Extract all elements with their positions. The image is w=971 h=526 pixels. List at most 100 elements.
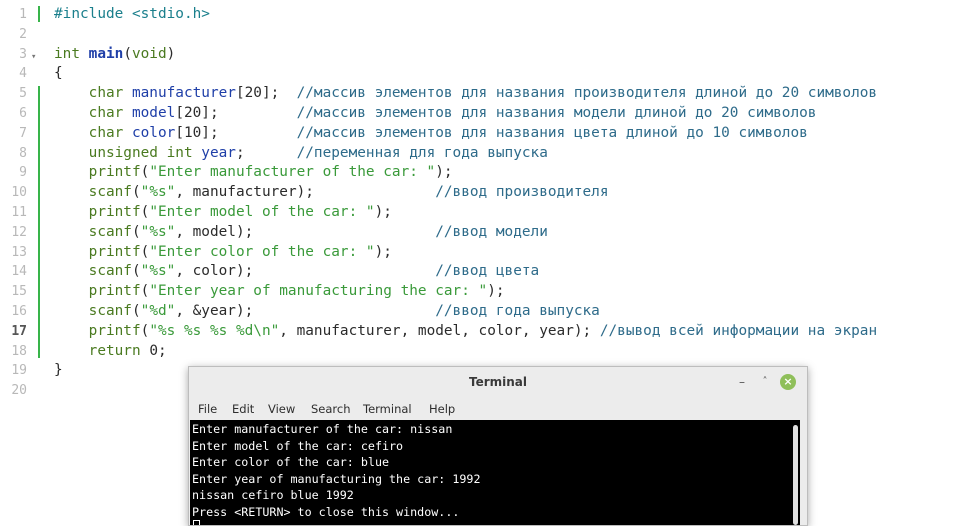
code-token: //ввод производителя [435,184,609,201]
code-line[interactable]: #include <stdio.h> [54,5,210,25]
code-token: ( [131,263,141,280]
code-token: printf [54,164,141,181]
code-line[interactable]: char model[20]; //массив элементов для н… [54,104,817,124]
code-token: , manufacturer); [175,184,436,201]
line-number: 8 [19,145,27,161]
menu-edit[interactable]: Edit [232,398,254,420]
code-line[interactable]: printf("Enter year of manufacturing the … [54,282,505,302]
code-token: #include <stdio.h> [54,6,210,22]
code-token: printf [54,204,141,220]
code-line[interactable]: unsigned int year; //переменная для года… [54,144,548,164]
code-token: //ввод модели [435,223,548,240]
code-token: "Enter manufacturer of the car: " [149,164,436,181]
code-token: //переменная для года выпуска [296,144,548,161]
terminal-cursor [193,520,200,525]
code-token: printf [54,283,141,300]
code-token: char [54,124,132,141]
code-token: //ввод года выпуска [435,303,600,319]
close-icon[interactable]: × [780,374,796,390]
menu-file[interactable]: File [198,398,217,420]
code-token: { [54,65,63,82]
code-token: "%s %s %s %d\n" [149,322,280,339]
code-line[interactable]: printf("Enter manufacturer of the car: "… [54,163,453,183]
terminal-line: Enter manufacturer of the car: nissan [192,422,453,436]
code-line[interactable]: { [54,64,63,84]
changed-line-marker [38,6,40,22]
code-token: void [131,45,167,62]
terminal-window[interactable]: Terminal – ˄ × File Edit View Search Ter… [188,366,808,526]
line-number: 1 [19,7,27,22]
code-token: year [201,144,236,161]
code-token: scanf [54,223,132,240]
terminal-line: nissan cefiro blue 1992 [192,488,354,503]
code-token: "Enter color of the car: " [149,243,375,260]
code-token: ( [140,204,150,220]
menu-terminal[interactable]: Terminal [363,398,412,420]
code-line[interactable]: char manufacturer[20]; //массив элементо… [54,84,877,104]
terminal-titlebar[interactable]: Terminal – ˄ × [189,367,807,398]
code-token: ( [131,303,141,319]
terminal-menubar: File Edit View Search Terminal Help [189,398,807,420]
terminal-title: Terminal [468,375,528,389]
code-line[interactable]: scanf("%s", manufacturer); //ввод произв… [54,183,609,203]
code-line[interactable]: printf("Enter color of the car: "); [54,243,392,263]
code-token: scanf [54,263,132,280]
code-token: "%s" [140,263,176,280]
code-line[interactable]: scanf("%s", color); //ввод цвета [54,262,540,282]
code-token: ( [123,45,132,62]
code-line[interactable]: } [54,361,63,381]
code-token: , &year); [175,303,436,319]
menu-help[interactable]: Help [429,398,455,420]
code-token: [20]; [175,105,297,121]
line-number: 16 [11,304,27,319]
changed-lines-marker [38,86,40,358]
code-line[interactable]: return 0; [54,342,167,362]
code-token: int [54,45,89,62]
terminal-output[interactable]: Enter manufacturer of the car: nissan En… [190,420,800,525]
code-token: "Enter model of the car: " [149,204,375,220]
code-token: model [131,105,176,121]
menu-view[interactable]: View [268,398,295,420]
code-line[interactable]: char color[10]; //массив элементов для н… [54,124,808,144]
terminal-scrollbar[interactable] [793,425,798,525]
code-token: char [54,105,132,121]
code-token: ( [140,243,150,260]
code-token: //ввод цвета [435,263,540,280]
terminal-line: Enter model of the car: cefiro [192,438,404,453]
code-token: [10]; [175,124,297,141]
code-line[interactable]: printf("%s %s %s %d\n", manufacturer, mo… [54,322,877,342]
line-number: 11 [11,205,27,220]
code-token: ( [131,223,141,240]
line-number: 13 [11,244,27,260]
code-line[interactable]: scanf("%d", &year); //ввод года выпуска [54,302,600,322]
code-token: color [131,124,176,141]
line-number: 4 [19,66,27,82]
line-number: 14 [11,264,27,280]
code-line[interactable]: int main(void) [54,45,175,65]
maximize-icon[interactable]: ˄ [756,373,774,391]
terminal-line: Enter year of manufacturing the car: 199… [192,471,481,486]
fold-arrow-icon[interactable]: ▾ [31,48,36,68]
line-number: 10 [11,185,27,201]
menu-search[interactable]: Search [311,398,351,420]
code-line[interactable]: scanf("%s", model); //ввод модели [54,223,548,243]
code-token: } [54,362,63,379]
line-number: 2 [19,26,27,42]
terminal-line: Enter color of the car: blue [192,455,390,470]
line-number: 12 [11,224,27,240]
code-token: return [54,342,150,359]
code-token: "Enter year of manufacturing the car: " [149,283,488,300]
code-line[interactable]: printf("Enter model of the car: "); [54,203,392,223]
code-token: printf [54,243,141,260]
code-token: "%s" [140,223,176,240]
minimize-icon[interactable]: – [733,373,751,391]
code-token: ( [140,322,150,339]
code-token: unsigned int [54,144,202,161]
code-token: manufacturer [131,85,236,102]
code-token: , manufacturer, model, color, year); [279,322,600,339]
code-token: char [54,85,132,102]
line-number: 5 [19,86,27,102]
code-token: //массив элементов для названия модели д… [296,105,817,121]
line-number: 7 [19,125,27,141]
line-number: 6 [19,106,27,121]
